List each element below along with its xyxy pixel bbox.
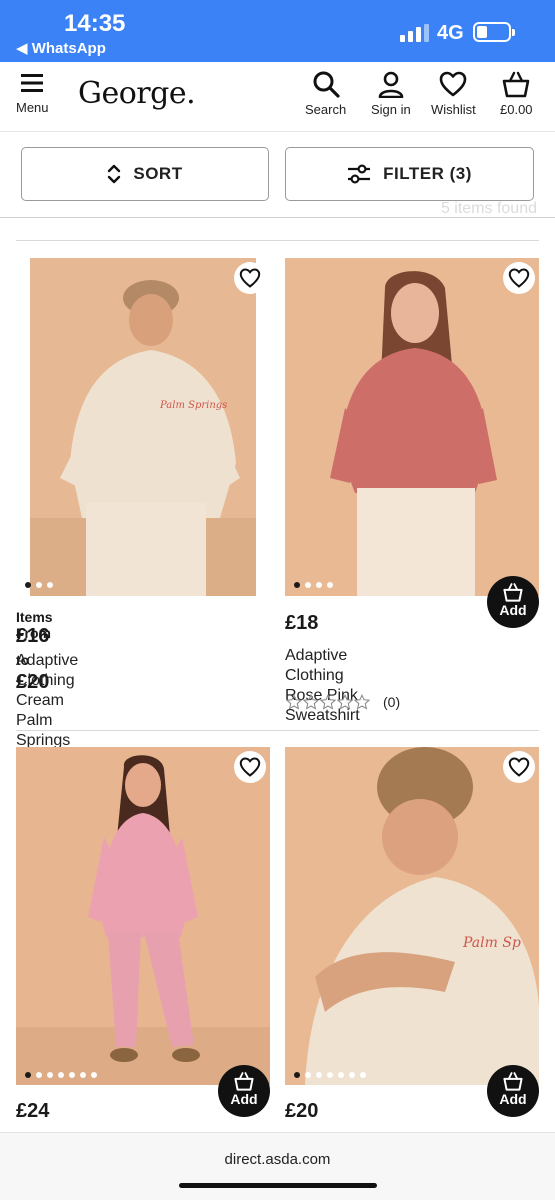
star-empty-icon [303,694,319,710]
sort-arrows-icon [108,164,121,184]
image-carousel-dots[interactable] [294,1072,366,1078]
product-price: £20 [285,1100,319,1122]
product-price: £18 [285,612,319,634]
product-image[interactable]: Palm Sp [285,747,539,1085]
menu-button[interactable]: Menu [16,70,49,115]
heart-icon [508,757,530,777]
carousel-dot[interactable] [91,1072,97,1078]
wishlist-toggle[interactable] [234,262,266,294]
wishlist-button[interactable]: Wishlist [431,70,476,117]
divider [16,730,539,731]
carousel-dot[interactable] [80,1072,86,1078]
filter-label: FILTER (3) [383,164,472,183]
carousel-dot[interactable] [316,582,322,588]
search-label: Search [305,102,347,117]
price-from: £16 [16,625,50,647]
basket-icon [234,1072,254,1091]
carousel-dot[interactable] [36,582,42,588]
svg-text:Palm Sp: Palm Sp [462,935,521,951]
add-label: Add [230,1091,258,1107]
basket-icon [502,71,530,98]
browser-address-bar[interactable]: direct.asda.com [0,1132,555,1200]
search-button[interactable]: Search [305,70,346,117]
carousel-dot[interactable] [58,1072,64,1078]
signal-icon [400,24,429,42]
star-empty-icon [354,694,370,710]
basket-button[interactable]: £0.00 [500,70,533,117]
carousel-dot[interactable] [294,1072,300,1078]
heart-icon [239,268,261,288]
sort-label: SORT [133,164,183,183]
carousel-dot[interactable] [305,1072,311,1078]
filter-button[interactable]: FILTER (3) [285,147,534,201]
add-label: Add [499,1091,527,1107]
product-image[interactable] [16,747,270,1085]
results-count: 5 items found [440,200,537,217]
carousel-dot[interactable] [327,582,333,588]
carousel-dot[interactable] [360,1072,366,1078]
clock: 14:35 [64,10,126,37]
add-to-basket-button[interactable]: Add [487,576,539,628]
carousel-dot[interactable] [47,582,53,588]
svg-text:Palm Springs: Palm Springs [159,400,227,411]
product-name[interactable]: Adaptive Clothing Rose Pink Sweatshirt [285,646,360,726]
sign-in-label: Sign in [371,102,411,117]
heart-icon [239,757,261,777]
heart-icon [440,71,467,97]
add-to-basket-button[interactable]: Add [487,1065,539,1117]
george-logo[interactable]: George. [78,76,196,111]
add-to-basket-button[interactable]: Add [218,1065,270,1117]
network-type: 4G [437,22,464,44]
carousel-dot[interactable] [36,1072,42,1078]
menu-label: Menu [16,100,49,115]
star-rating [286,694,370,710]
product-price: £24 [16,1100,50,1122]
carousel-dot[interactable] [69,1072,75,1078]
sign-in-button[interactable]: Sign in [371,70,411,117]
carousel-dot[interactable] [349,1072,355,1078]
product-image[interactable]: Palm Springs [30,258,256,596]
divider [16,240,539,241]
carousel-dot[interactable] [327,1072,333,1078]
carousel-dot[interactable] [294,582,300,588]
filter-sliders-icon [348,164,371,184]
carousel-dot[interactable] [25,582,31,588]
user-icon [378,71,404,98]
carousel-dot[interactable] [338,1072,344,1078]
product-image[interactable] [285,258,539,596]
carousel-dot[interactable] [25,1072,31,1078]
basket-icon [503,583,523,602]
carousel-dot[interactable] [47,1072,53,1078]
home-indicator[interactable] [179,1183,377,1188]
add-label: Add [499,602,527,618]
back-to-app-link[interactable]: ◀ WhatsApp [16,39,106,57]
battery-icon [473,22,515,42]
wishlist-toggle[interactable] [234,751,266,783]
product-name-line: Adaptive Clothing Cream [16,652,79,709]
hamburger-icon [21,74,44,92]
carousel-dot[interactable] [316,1072,322,1078]
basket-total: £0.00 [500,102,533,117]
carousel-dot[interactable] [305,582,311,588]
search-icon [313,71,340,98]
image-carousel-dots[interactable] [25,582,53,588]
wishlist-label: Wishlist [431,102,476,117]
wishlist-toggle[interactable] [503,262,535,294]
star-empty-icon [286,694,302,710]
sort-button[interactable]: SORT [21,147,269,201]
wishlist-toggle[interactable] [503,751,535,783]
site-header: Menu George. Search Sign in Wishlist £0.… [0,62,555,132]
ios-status-bar: 14:35 ◀ WhatsApp 4G [0,0,555,62]
sort-filter-bar: SORT FILTER (3) 5 items found [0,132,555,218]
rating-count: (0) [383,694,401,710]
heart-icon [508,268,530,288]
basket-icon [503,1072,523,1091]
url-text[interactable]: direct.asda.com [0,1151,555,1168]
star-empty-icon [320,694,336,710]
star-empty-icon [337,694,353,710]
image-carousel-dots[interactable] [25,1072,97,1078]
image-carousel-dots[interactable] [294,582,333,588]
